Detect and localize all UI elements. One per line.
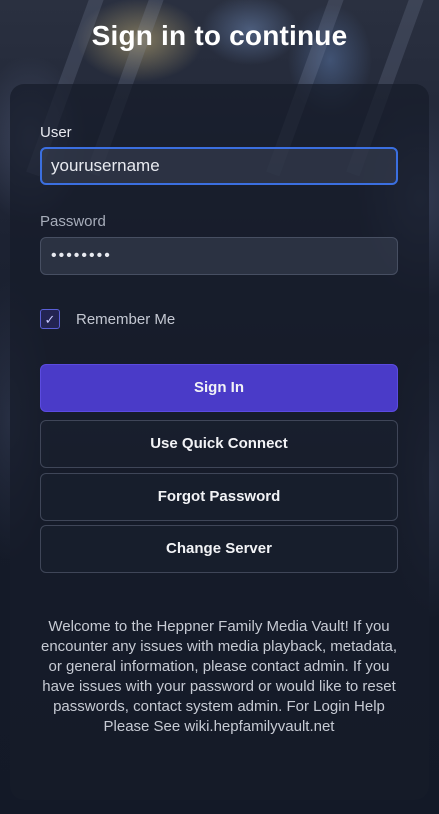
remember-me-label: Remember Me (76, 310, 176, 328)
user-input[interactable]: yourusername (40, 147, 398, 185)
login-disclaimer: Welcome to the Heppner Family Media Vaul… (40, 618, 398, 735)
password-label: Password (40, 213, 106, 230)
password-input[interactable]: •••••••• (40, 237, 398, 275)
sign-in-button[interactable]: Sign In (40, 364, 398, 412)
remember-me-checkbox[interactable]: ✓ (40, 309, 60, 329)
change-server-button[interactable]: Change Server (40, 525, 398, 573)
forgot-password-button[interactable]: Forgot Password (40, 473, 398, 521)
page-title: Sign in to continue (91, 20, 348, 51)
user-label: User (40, 124, 72, 141)
check-icon: ✓ (44, 311, 56, 327)
quick-connect-button[interactable]: Use Quick Connect (40, 420, 398, 468)
remember-me-row[interactable]: ✓ Remember Me (40, 307, 175, 331)
